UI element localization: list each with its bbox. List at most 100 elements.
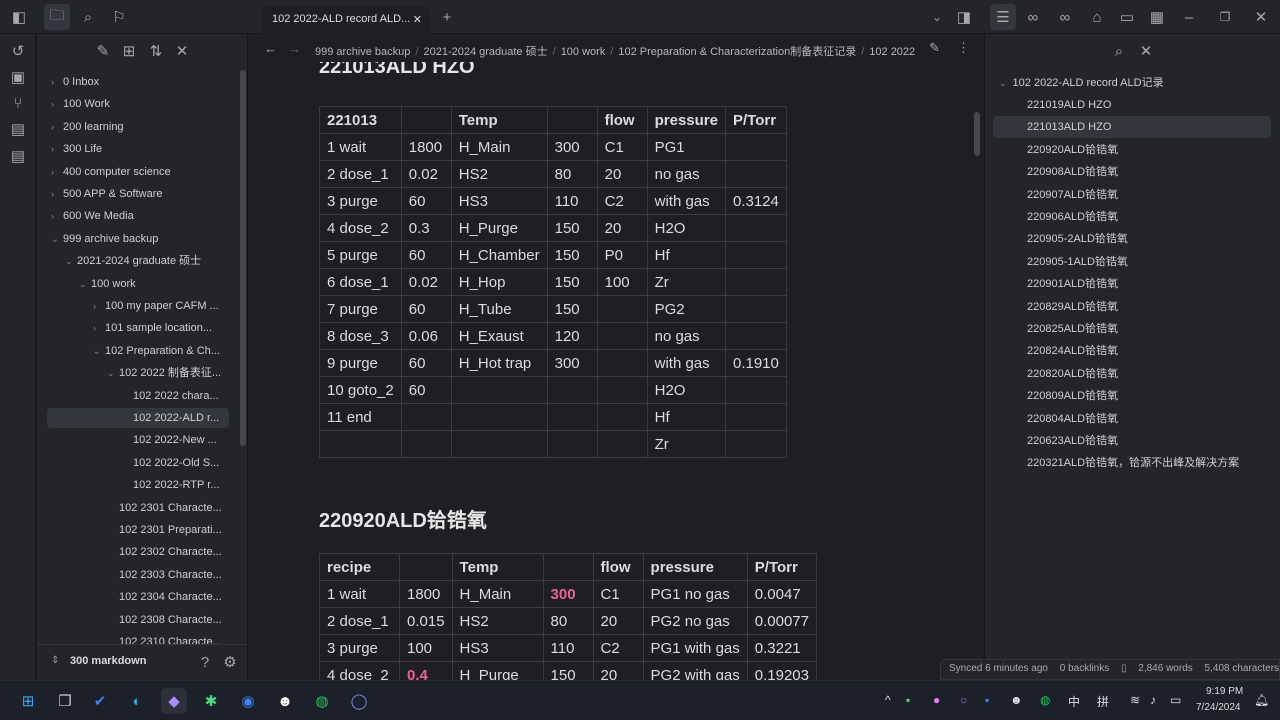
table-cell[interactable] [724, 214, 787, 242]
table-cell[interactable]: 8 dose_3 [319, 322, 402, 350]
edit-icon[interactable]: ✎ [929, 40, 940, 56]
table-cell[interactable]: 150 [542, 661, 594, 680]
table-cell[interactable]: 2 dose_1 [319, 160, 402, 188]
table-cell[interactable]: flow [592, 553, 644, 581]
breadcrumb-item[interactable]: 102 Preparation & Characterization制备表征记录 [618, 46, 856, 58]
table-cell[interactable]: 20 [592, 661, 644, 680]
task-view-icon[interactable]: ❐ [52, 688, 78, 714]
table-cell[interactable] [399, 553, 453, 581]
new-folder-icon[interactable]: ⊞ [116, 38, 142, 64]
file-tree-item[interactable]: › 300 Life [51, 139, 102, 159]
table-cell[interactable]: pressure [642, 553, 748, 581]
file-tree-item[interactable]: ⌄ 100 work [79, 274, 136, 294]
table-cell[interactable]: P/Torr [724, 106, 787, 134]
sync-status[interactable]: Synced 6 minutes ago [949, 663, 1048, 674]
notification-icon[interactable]: 🔔︎ [1254, 693, 1269, 707]
back-icon[interactable]: ← [264, 41, 277, 56]
vault-switcher[interactable]: ⇕ 300 markdown ? ⚙ [37, 644, 247, 680]
search-icon[interactable]: ⌕ [1106, 38, 1132, 64]
table-cell[interactable]: 3 purge [319, 634, 400, 662]
table-cell[interactable] [596, 376, 648, 404]
start-icon[interactable]: ⊞ [15, 688, 41, 714]
table-cell[interactable]: PG2 [646, 295, 726, 323]
table-cell[interactable] [546, 403, 598, 431]
table-cell[interactable] [724, 268, 787, 296]
reading-icon[interactable]: ▯ [1121, 663, 1127, 674]
outline-item[interactable]: 220905-2ALD铪锆氧 [1027, 228, 1128, 250]
table-cell[interactable]: H_Main [450, 133, 548, 161]
table-cell[interactable]: 150 [546, 241, 598, 269]
table-cell[interactable] [596, 403, 648, 431]
table-cell[interactable] [450, 430, 548, 458]
table-cell[interactable]: 0.19203 [746, 661, 818, 680]
table-cell[interactable]: H_Purge [451, 661, 544, 680]
table-cell[interactable]: recipe [319, 553, 400, 581]
table-cell[interactable]: 0.3124 [724, 187, 787, 215]
table-cell[interactable] [724, 430, 787, 458]
file-tree-item[interactable]: › 200 learning [51, 117, 124, 137]
table-cell[interactable]: Zr [646, 268, 726, 296]
table-cell[interactable]: 0.3 [400, 214, 452, 242]
app-icon-2[interactable]: ◉ [235, 688, 261, 714]
table-cell[interactable]: C1 [596, 133, 648, 161]
search-icon[interactable]: ⌕ [75, 4, 101, 30]
outgoing-links-icon[interactable]: ∞ [1052, 4, 1078, 30]
file-tree-item[interactable]: › 100 Work [51, 94, 110, 114]
file-tree-item[interactable]: › 101 sample location... [93, 318, 212, 338]
outline-item[interactable]: 220623ALD铪锆氧 [1027, 430, 1118, 452]
table-cell[interactable] [542, 553, 594, 581]
table-cell[interactable]: P0 [596, 241, 648, 269]
outline-item[interactable]: 220809ALD铪锆氧 [1027, 385, 1118, 407]
sidebar-scrollbar[interactable] [240, 70, 246, 446]
outline-item[interactable]: 220824ALD铪锆氧 [1027, 340, 1118, 362]
table-cell[interactable]: H_Purge [450, 214, 548, 242]
table-cell[interactable]: 80 [542, 607, 594, 635]
sidebar-toggle-icon[interactable]: ◧ [6, 4, 32, 30]
file-tree-item[interactable]: 102 2308 Characte... [107, 610, 222, 630]
table-cell[interactable]: HS2 [450, 160, 548, 188]
file-tree-item[interactable]: 102 2304 Characte... [107, 587, 222, 607]
table-cell[interactable]: 4 dose_2 [319, 661, 400, 680]
table-cell[interactable] [724, 322, 787, 350]
table-cell[interactable] [546, 106, 598, 134]
table-cell[interactable]: 100 [399, 634, 453, 662]
settings-icon[interactable]: ⚙ [217, 649, 243, 675]
sort-icon[interactable]: ⇅ [143, 38, 169, 64]
backlinks-count[interactable]: 0 backlinks [1060, 663, 1109, 674]
tray-wechat-icon[interactable]: ◍ [1040, 693, 1050, 707]
table-cell[interactable]: 0.02 [400, 268, 452, 296]
table-cell[interactable]: 11 end [319, 403, 402, 431]
minimize-icon[interactable]: – [1176, 4, 1202, 30]
table-cell[interactable]: 60 [400, 376, 452, 404]
tab-close-icon[interactable]: ✕ [413, 13, 422, 26]
table-cell[interactable]: H_Hop [450, 268, 548, 296]
file-tree-item[interactable]: ⌄ 2021-2024 graduate 硕士 [65, 251, 201, 271]
outline-icon[interactable]: ☰ [990, 4, 1016, 30]
grid-icon[interactable]: ▣ [5, 64, 31, 90]
file-tree-item[interactable]: › 600 We Media [51, 206, 134, 226]
table-cell[interactable]: 0.00077 [746, 607, 818, 635]
table-cell[interactable] [724, 133, 787, 161]
outline-item[interactable]: 220829ALD铪锆氧 [1027, 296, 1118, 318]
table-cell[interactable]: C2 [592, 634, 644, 662]
table-cell[interactable]: 5 purge [319, 241, 402, 269]
table-cell[interactable]: HS3 [451, 634, 544, 662]
table-cell[interactable]: C1 [592, 580, 644, 608]
table-cell[interactable] [400, 106, 452, 134]
table-cell[interactable] [596, 430, 648, 458]
table-cell[interactable]: 1800 [400, 133, 452, 161]
outline-item[interactable]: 220905-1ALD铪锆氧 [1027, 251, 1128, 273]
outline-item[interactable]: 220804ALD铪锆氧 [1027, 408, 1118, 430]
table-cell[interactable]: with gas [646, 349, 726, 377]
table-cell[interactable]: P/Torr [746, 553, 818, 581]
close-window-icon[interactable]: ✕ [1248, 4, 1274, 30]
table-cell[interactable]: 20 [596, 160, 648, 188]
edge-icon[interactable]: ◐ [124, 688, 150, 714]
tab-active-note[interactable]: 102 2022-ALD record ALD... ✕ [262, 6, 430, 34]
outline-item[interactable]: 220825ALD铪锆氧 [1027, 318, 1118, 340]
table-cell[interactable] [450, 403, 548, 431]
table-cell[interactable] [724, 160, 787, 188]
table-cell[interactable]: 20 [596, 214, 648, 242]
table-cell[interactable]: 300 [546, 133, 598, 161]
table-cell[interactable]: 300 [546, 349, 598, 377]
